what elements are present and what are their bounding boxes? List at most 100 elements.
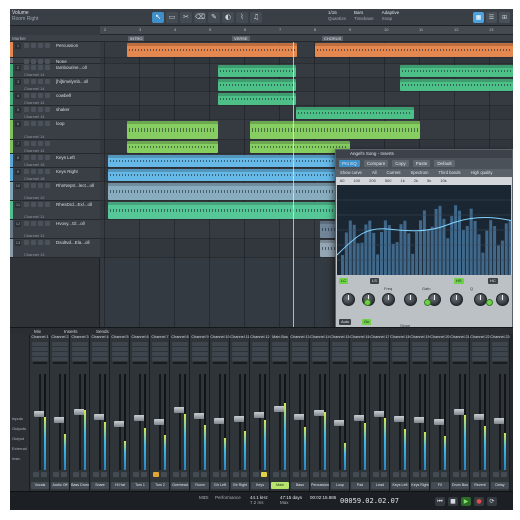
mute-button[interactable] — [233, 472, 239, 477]
insert-slot[interactable] — [292, 342, 308, 346]
channel-label[interactable]: Snare — [91, 482, 109, 489]
solo-button[interactable] — [31, 121, 36, 126]
listen-icon[interactable]: ♫ — [250, 12, 262, 23]
monitor-button[interactable] — [45, 202, 50, 207]
insert-slot[interactable] — [152, 357, 168, 361]
insert-slot[interactable] — [412, 347, 428, 351]
insert-slot[interactable] — [32, 352, 48, 356]
audio-event[interactable] — [218, 93, 296, 105]
solo-button[interactable] — [341, 472, 347, 477]
insert-slot[interactable] — [192, 342, 208, 346]
insert-slot[interactable] — [352, 347, 368, 351]
solo-button[interactable] — [321, 472, 327, 477]
mute-button[interactable] — [53, 472, 59, 477]
insert-slot[interactable] — [312, 347, 328, 351]
copy-button[interactable]: Copy — [392, 160, 409, 167]
solo-button[interactable] — [461, 472, 467, 477]
insert-slot[interactable] — [232, 352, 248, 356]
pan-control[interactable] — [73, 362, 87, 364]
insert-slot[interactable] — [372, 357, 388, 361]
play-icon[interactable]: ▶ — [461, 497, 471, 506]
mute-button[interactable] — [413, 472, 419, 477]
pan-control[interactable] — [253, 362, 267, 364]
channel-name[interactable]: Channel 2 — [50, 335, 70, 340]
record-arm-button[interactable] — [38, 183, 43, 188]
channel-name[interactable]: Channel 12 — [250, 335, 270, 340]
audio-event[interactable] — [315, 43, 513, 57]
insert-slot[interactable] — [312, 342, 328, 346]
track-header[interactable]: 13 Dsoltvd...Ela...oll Channel 13 — [10, 239, 100, 258]
insert-slot[interactable] — [412, 342, 428, 346]
insert-slot[interactable] — [372, 352, 388, 356]
solo-button[interactable] — [481, 472, 487, 477]
mute-button[interactable] — [24, 240, 29, 245]
mute-button[interactable] — [353, 472, 359, 477]
record-arm-button[interactable] — [38, 121, 43, 126]
record-arm-button[interactable] — [38, 93, 43, 98]
insert-slot[interactable] — [432, 342, 448, 346]
channel-label[interactable]: Audio Off — [51, 482, 69, 489]
track-header[interactable]: 7 Channel 14 — [10, 140, 100, 154]
monitor-button[interactable] — [45, 93, 50, 98]
insert-slot[interactable] — [112, 347, 128, 351]
mute-button[interactable] — [24, 202, 29, 207]
eq-display-option[interactable]: Current — [387, 169, 401, 177]
song-info[interactable]: Volume Room Right — [12, 10, 38, 22]
insert-slot[interactable] — [432, 357, 448, 361]
channel-name[interactable]: Channel 6 — [130, 335, 150, 340]
edit-view-icon[interactable]: ▦ — [473, 12, 484, 23]
insert-slot[interactable] — [152, 342, 168, 346]
channel-label[interactable]: Tom 1 — [131, 482, 149, 489]
solo-button[interactable] — [31, 202, 36, 207]
insert-slot[interactable] — [392, 347, 408, 351]
insert-slot[interactable] — [492, 357, 508, 361]
monitor-button[interactable] — [45, 121, 50, 126]
solo-button[interactable] — [31, 183, 36, 188]
insert-slot[interactable] — [192, 352, 208, 356]
pan-control[interactable] — [493, 362, 507, 364]
eq-display-option[interactable]: Third bands — [438, 169, 460, 177]
solo-button[interactable] — [221, 472, 227, 477]
insert-slot[interactable] — [172, 342, 188, 346]
channel-label[interactable]: Bass Drum — [71, 482, 89, 489]
solo-button[interactable] — [201, 472, 207, 477]
mute-button[interactable] — [193, 472, 199, 477]
lc-band-toggle[interactable]: LC — [339, 278, 349, 284]
timeline-ruler[interactable]: 2 3 4 5 6 7 8 9 10 11 12 13 — [100, 26, 513, 35]
pan-control[interactable] — [213, 362, 227, 364]
insert-slot[interactable] — [472, 352, 488, 356]
insert-slot[interactable] — [312, 357, 328, 361]
marker-flag-verse[interactable]: VERSE — [232, 36, 250, 41]
channel-name[interactable]: Channel 18 — [390, 335, 410, 340]
solo-button[interactable] — [361, 472, 367, 477]
marker-flag-intro[interactable]: INTRO — [128, 36, 145, 41]
channel-name[interactable]: Channel 10 — [210, 335, 230, 340]
insert-slot[interactable] — [172, 352, 188, 356]
channel-name[interactable]: Channel 15 — [330, 335, 350, 340]
insert-slot[interactable] — [472, 347, 488, 351]
snap-option-0[interactable]: 1/16 Quantize — [328, 10, 346, 22]
insert-slot[interactable] — [172, 347, 188, 351]
audio-event[interactable] — [296, 107, 414, 119]
solo-button[interactable] — [141, 472, 147, 477]
insert-slot[interactable] — [132, 357, 148, 361]
insert-slot[interactable] — [92, 342, 108, 346]
insert-slot[interactable] — [32, 357, 48, 361]
track-header[interactable]: 1 Percussion — [10, 42, 100, 58]
mute-button[interactable] — [393, 472, 399, 477]
ls-band-toggle[interactable]: LS — [370, 278, 379, 284]
solo-button[interactable] — [261, 472, 267, 477]
pan-control[interactable] — [453, 362, 467, 364]
insert-slot[interactable] — [292, 347, 308, 351]
pan-control[interactable] — [313, 362, 327, 364]
solo-button[interactable] — [31, 65, 36, 70]
solo-button[interactable] — [31, 169, 36, 174]
solo-button[interactable] — [381, 472, 387, 477]
eq-display-option[interactable]: Show curve — [340, 169, 362, 177]
eq-knob[interactable] — [342, 293, 355, 306]
insert-slot[interactable] — [132, 352, 148, 356]
mute-button[interactable] — [24, 79, 29, 84]
insert-slot[interactable] — [92, 357, 108, 361]
pan-control[interactable] — [133, 362, 147, 364]
insert-slot[interactable] — [272, 347, 288, 351]
